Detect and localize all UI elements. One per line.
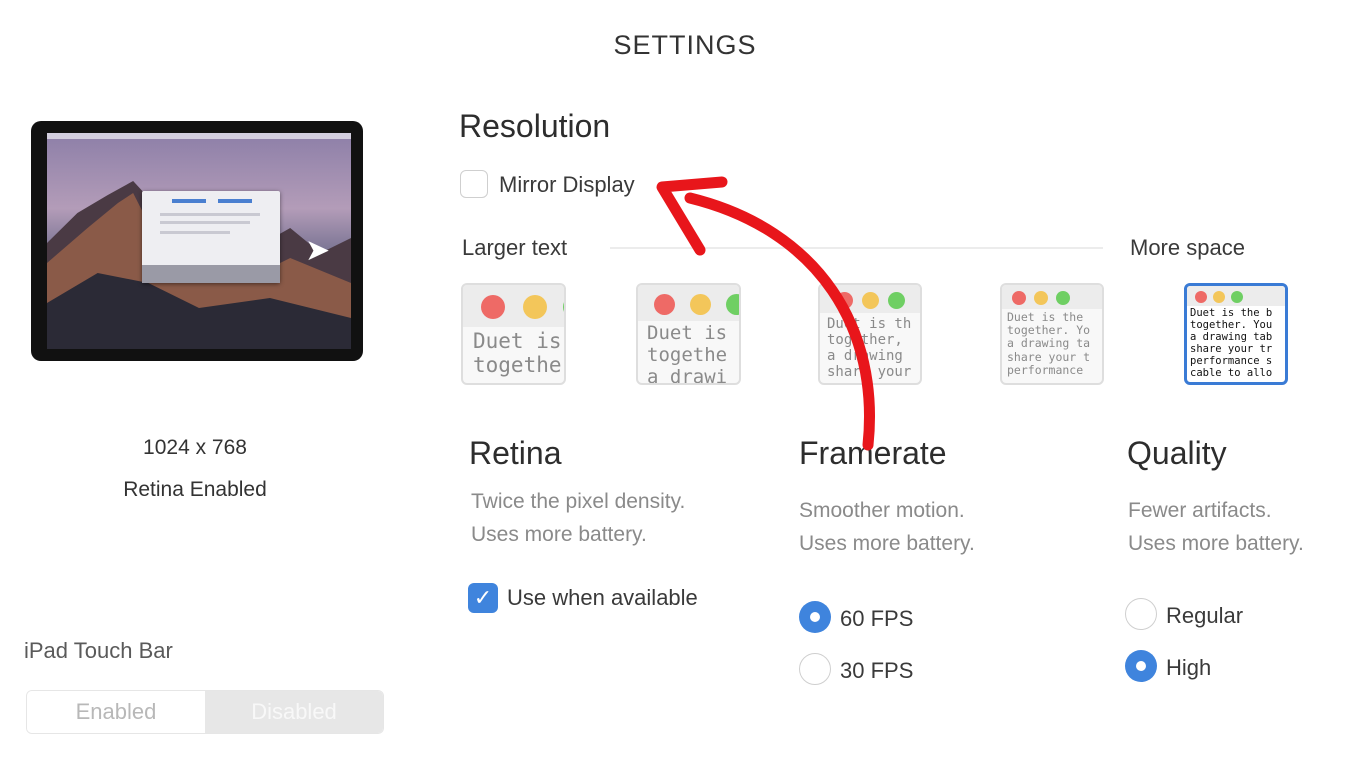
quality-high-radio[interactable] [1125, 650, 1157, 682]
resolution-option-2[interactable]: Duet is togethe a drawi [636, 283, 741, 385]
use-when-available-label[interactable]: Use when available [507, 585, 698, 611]
preview-resolution: 1024 x 768 [143, 436, 247, 459]
resolution-option-5-sample: Duet is the b together. You a drawing ta… [1190, 307, 1273, 380]
quality-heading: Quality [1127, 435, 1227, 471]
resolution-option-5-selected[interactable]: Duet is the b together. You a drawing ta… [1184, 283, 1288, 385]
larger-text-label: Larger text [462, 235, 568, 260]
fps-60-radio[interactable] [799, 601, 831, 633]
quality-description-1: Fewer artifacts. [1128, 499, 1272, 522]
ipad-preview: ➤ [31, 121, 363, 361]
quality-regular-label[interactable]: Regular [1166, 603, 1243, 629]
preview-retina-status: Retina Enabled [123, 478, 267, 501]
mirror-display-label[interactable]: Mirror Display [499, 172, 635, 198]
touch-bar-enabled-option[interactable]: Enabled [27, 691, 205, 733]
retina-description-2: Uses more battery. [471, 523, 647, 546]
resolution-option-3-sample: Duet is th together, a drawing share you… [827, 316, 912, 381]
ipad-dialog-window [142, 191, 280, 283]
quality-regular-radio[interactable] [1125, 598, 1157, 630]
resolution-option-4[interactable]: Duet is the together. Yo a drawing ta sh… [1000, 283, 1104, 385]
fps-30-radio[interactable] [799, 653, 831, 685]
resolution-option-1-sample: Duet is togethe [473, 329, 562, 378]
quality-description-2: Uses more battery. [1128, 532, 1304, 555]
fps-30-label[interactable]: 30 FPS [840, 658, 913, 684]
ipad-screen: ➤ [47, 133, 351, 349]
resolution-option-1[interactable]: Duet is togethe [461, 283, 566, 385]
touch-bar-label: iPad Touch Bar [24, 638, 173, 663]
fps-60-label[interactable]: 60 FPS [840, 606, 913, 632]
resolution-option-3[interactable]: Duet is th together, a drawing share you… [818, 283, 922, 385]
framerate-heading: Framerate [799, 435, 947, 471]
framerate-description-2: Uses more battery. [799, 532, 975, 555]
retina-description-1: Twice the pixel density. [471, 490, 686, 513]
resolution-option-4-sample: Duet is the together. Yo a drawing ta sh… [1007, 310, 1091, 377]
page-title: SETTINGS [613, 30, 757, 60]
resolution-heading: Resolution [459, 108, 611, 144]
touch-bar-segmented-control: Enabled Disabled [26, 690, 384, 734]
use-when-available-checkbox[interactable]: ✓ [468, 583, 498, 613]
mirror-display-checkbox[interactable] [460, 170, 488, 198]
touch-bar-disabled-option[interactable]: Disabled [205, 691, 383, 733]
more-space-label: More space [1130, 235, 1245, 260]
resolution-option-2-sample: Duet is togethe a drawi [647, 322, 728, 385]
checkmark-icon: ✓ [473, 585, 493, 610]
cursor-icon: ➤ [305, 234, 331, 267]
retina-heading: Retina [469, 435, 562, 471]
resolution-scale-line [610, 247, 1103, 249]
quality-high-label[interactable]: High [1166, 655, 1211, 681]
framerate-description-1: Smoother motion. [799, 499, 965, 522]
